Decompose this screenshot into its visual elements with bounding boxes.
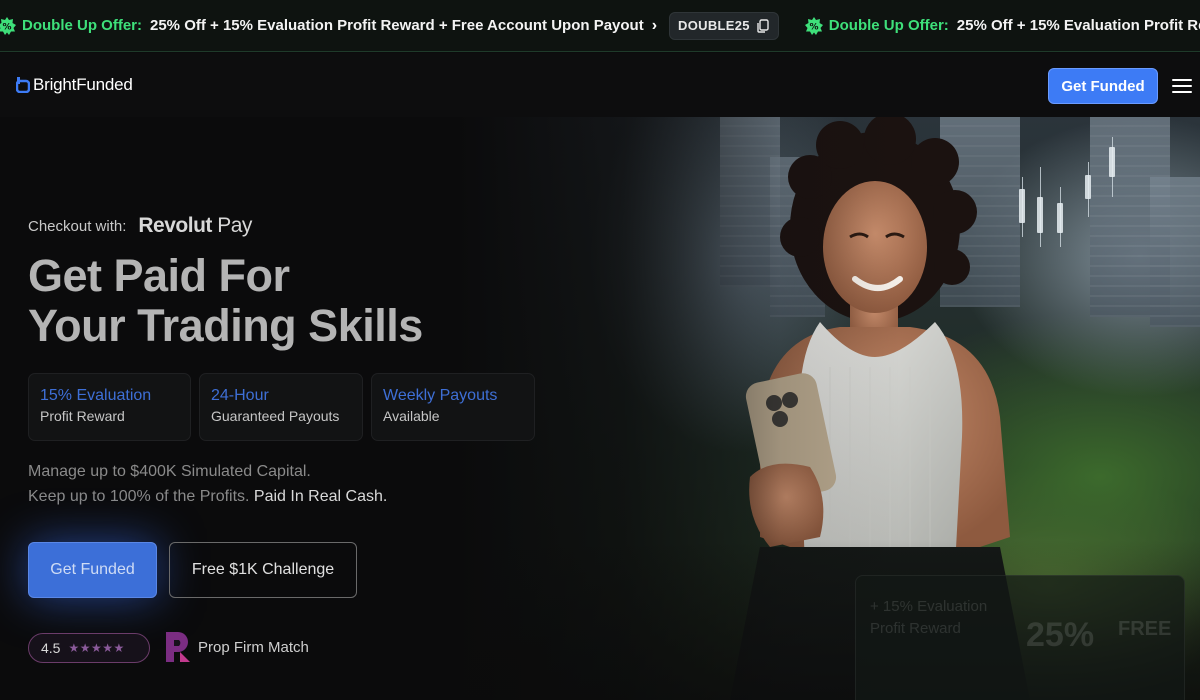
feature-card: 24-Hour Guaranteed Payouts: [199, 373, 363, 441]
get-funded-button[interactable]: Get Funded: [28, 542, 157, 598]
gift-badge-icon: %: [804, 16, 823, 35]
copy-icon[interactable]: [756, 18, 770, 33]
rating-badge[interactable]: 4.5 ★★★★★: [28, 633, 150, 663]
logo-mark-icon: [16, 77, 30, 93]
checkout-label: Checkout with:: [28, 217, 127, 235]
svg-text:%: %: [809, 22, 818, 32]
checkout-with: Checkout with: Revolut Pay: [28, 214, 252, 238]
promo-text: 25% Off + 15% Evaluation Profit Reward +…: [956, 17, 1200, 34]
promo-code-copy[interactable]: DOUBLE25: [669, 11, 779, 40]
prop-firm-match-logo-icon: [166, 632, 190, 662]
star-rating-icon: ★★★★★: [68, 641, 125, 655]
promo-title: Double Up Offer:: [22, 17, 142, 34]
gift-badge-icon: %: [0, 16, 16, 35]
partner-name: Prop Firm Match: [198, 638, 309, 656]
chevron-right-icon: ›: [651, 16, 658, 34]
promo-banner[interactable]: % Double Up Offer: 25% Off + 15% Evaluat…: [0, 0, 1200, 52]
feature-card: 15% Evaluation Profit Reward: [28, 373, 191, 441]
hero-description: Manage up to $400K Simulated Capital. Ke…: [28, 463, 388, 505]
feature-title: 24-Hour: [211, 387, 269, 404]
brand-name: BrightFunded: [33, 75, 133, 94]
feature-card: Weekly Payouts Available: [371, 373, 535, 441]
feature-title: Weekly Payouts: [383, 387, 498, 404]
promo-item[interactable]: % Double Up Offer: 25% Off + 15% Evaluat…: [0, 11, 805, 40]
free-challenge-button[interactable]: Free $1K Challenge: [169, 542, 357, 598]
promo-title: Double Up Offer:: [828, 17, 949, 34]
brand-logo[interactable]: BrightFunded: [16, 75, 133, 95]
prop-firm-match-link[interactable]: Prop Firm Match: [166, 632, 309, 662]
feature-title: 15% Evaluation: [40, 387, 152, 404]
rating-value: 4.5: [41, 640, 61, 656]
promo-item-repeat[interactable]: % Double Up Offer: 25% Off + 15% Evaluat…: [804, 16, 1200, 35]
revolut-pay-logo: Revolut Pay: [138, 214, 252, 237]
feature-cards: 15% Evaluation Profit Reward 24-Hour Gua…: [28, 373, 535, 441]
feature-subtitle: Guaranteed Payouts: [211, 408, 340, 424]
feature-subtitle: Profit Reward: [40, 408, 125, 424]
promo-text: 25% Off + 15% Evaluation Profit Reward +…: [150, 17, 644, 34]
header-get-funded-button[interactable]: Get Funded: [1048, 68, 1158, 104]
hamburger-icon[interactable]: [1172, 79, 1192, 93]
promo-code: DOUBLE25: [678, 18, 750, 33]
feature-subtitle: Available: [383, 408, 440, 424]
hero-headline: Get Paid For Your Trading Skills: [28, 250, 423, 351]
floating-promo-card: + 15% Evaluation Profit Reward 25% FREE: [855, 575, 1185, 700]
hero-section: + 15% Evaluation Profit Reward 25% FREE …: [0, 117, 1200, 700]
site-header: BrightFunded Get Funded: [0, 53, 1200, 117]
svg-text:%: %: [2, 22, 11, 32]
